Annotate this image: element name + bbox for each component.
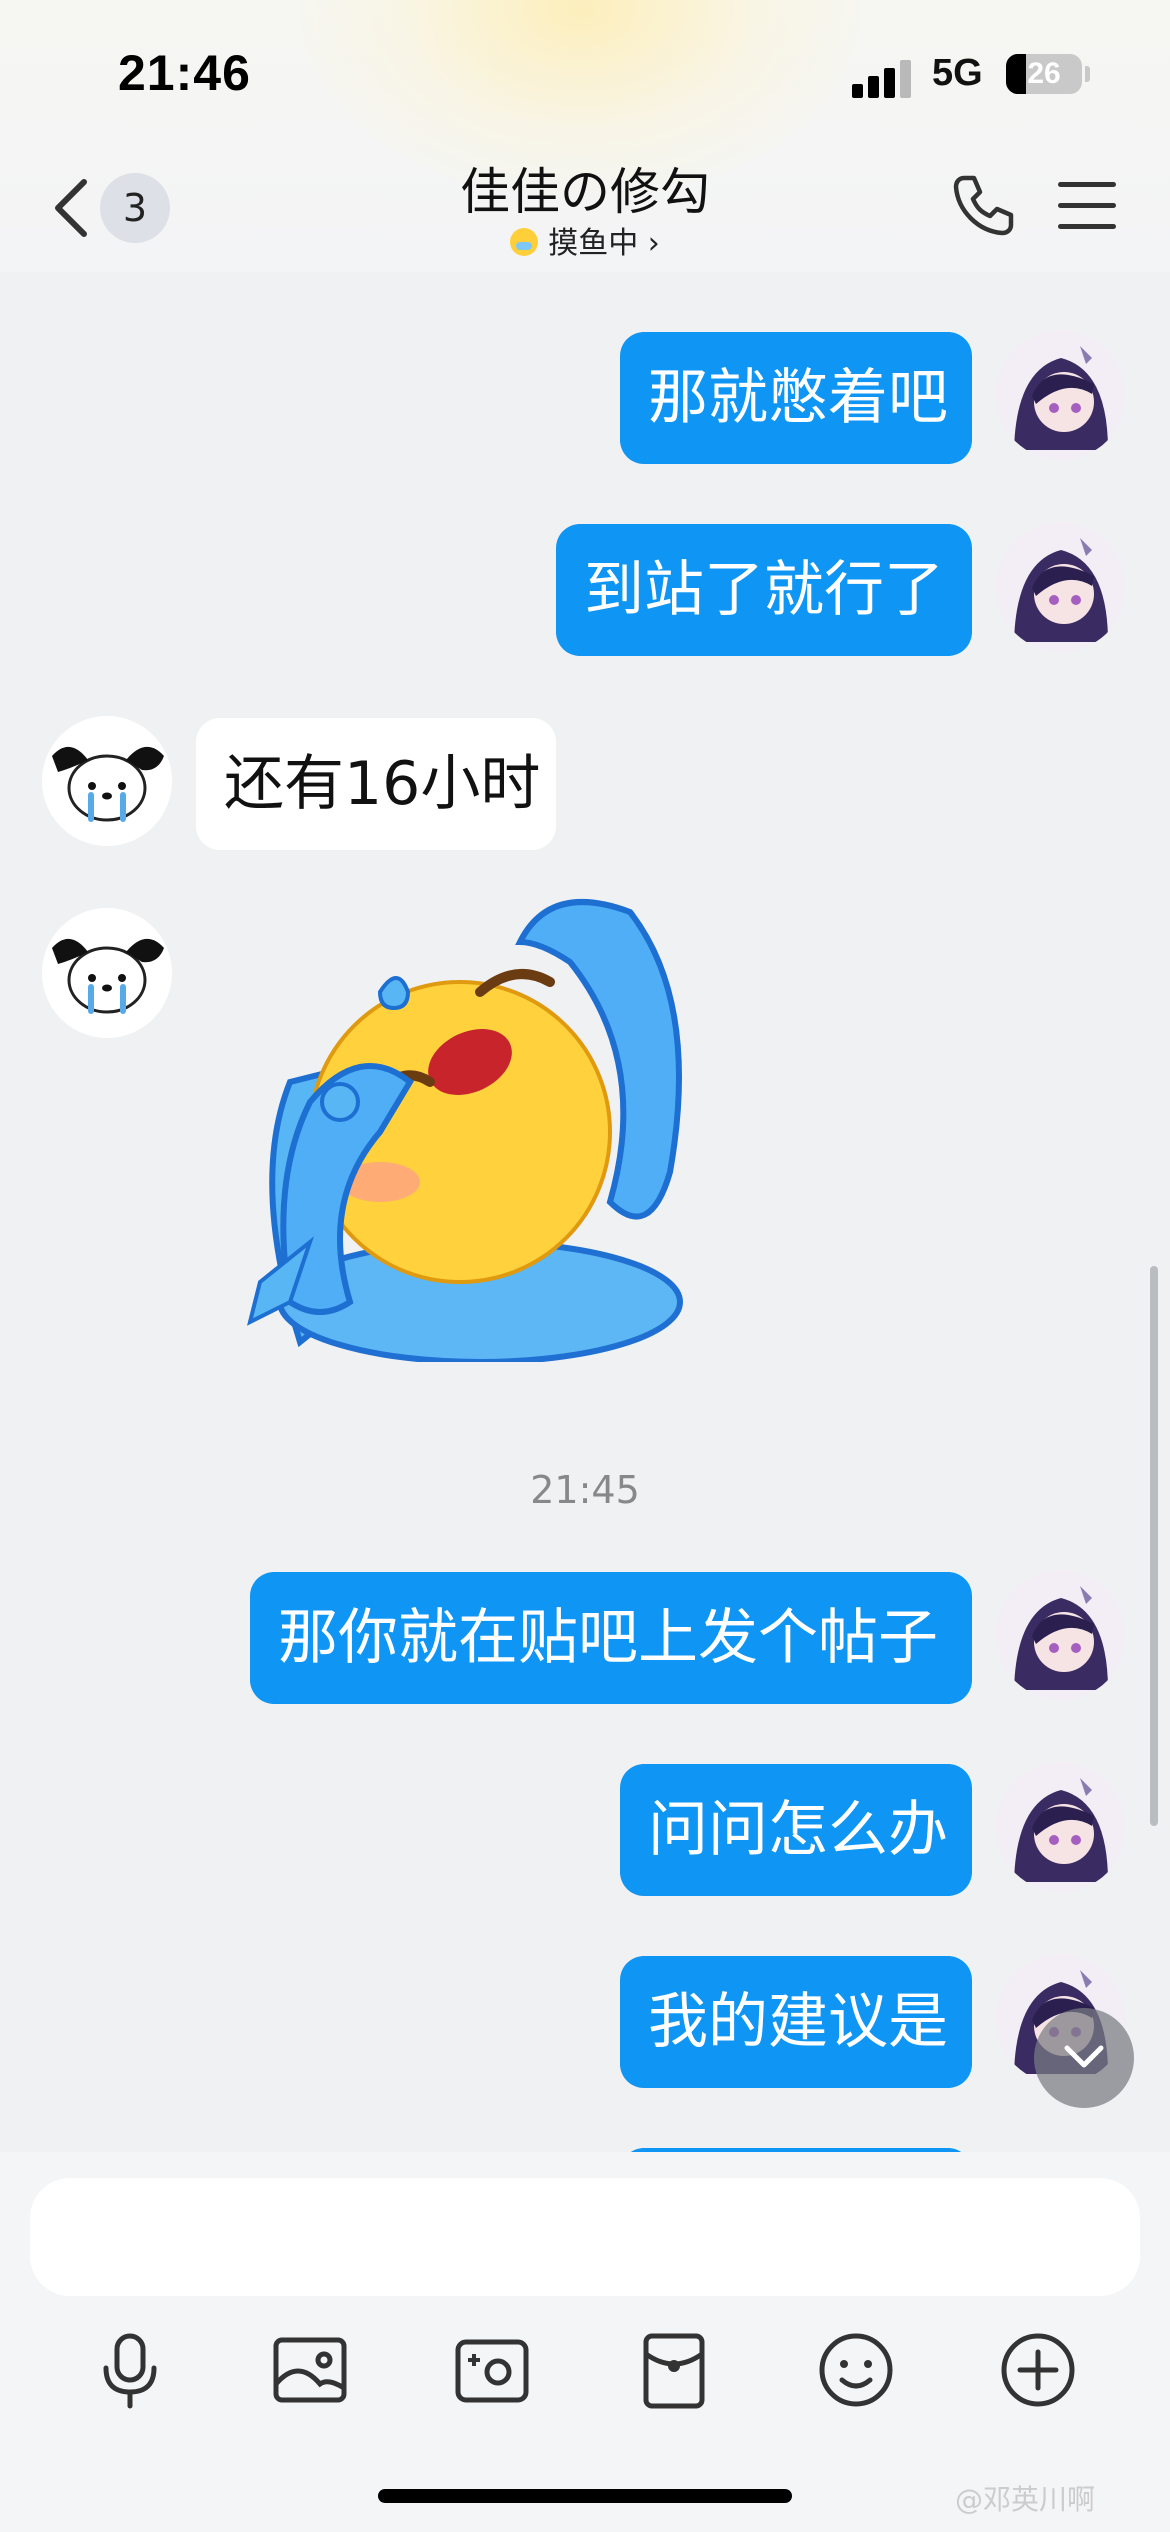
scroll-to-bottom-button[interactable]: [1034, 2008, 1134, 2108]
message-bubble-outgoing[interactable]: 那就憋着吧: [620, 332, 972, 464]
avatar-image: [42, 908, 172, 1038]
message-bubble-outgoing[interactable]: 我的建议是: [620, 1956, 972, 2088]
chat-status-text: 摸鱼中: [548, 226, 639, 261]
status-time: 21:46: [118, 45, 251, 101]
battery-level: 26: [1027, 57, 1061, 90]
home-indicator[interactable]: [378, 2489, 792, 2503]
message-list[interactable]: 那就憋着吧 到站了就行了 还有16小时 21:45 那你就在贴吧上发个帖子 问问…: [0, 272, 1170, 2152]
my-avatar[interactable]: [996, 330, 1126, 460]
unread-count-badge[interactable]: 3: [100, 173, 170, 243]
back-button[interactable]: [48, 168, 98, 248]
message-timestamp: 21:45: [530, 1468, 640, 1512]
camera-icon: [455, 2339, 529, 2403]
phone-icon: [953, 175, 1014, 236]
battery-icon: 26: [1006, 54, 1082, 94]
red-packet-icon: [643, 2333, 705, 2409]
contact-avatar[interactable]: [42, 908, 172, 1038]
plus-icon: [1001, 2333, 1075, 2407]
network-label: 5G: [932, 52, 983, 94]
avatar-image: [42, 716, 172, 846]
phone-button[interactable]: [950, 172, 1016, 238]
image-icon: [273, 2337, 347, 2403]
signal-icon: [852, 58, 912, 98]
red-packet-button[interactable]: [632, 2328, 716, 2412]
watermark: @邓英川啊: [955, 2483, 1096, 2516]
status-chevron-icon: ›: [647, 226, 660, 261]
camera-button[interactable]: [450, 2328, 534, 2412]
message-bubble-incoming[interactable]: 还有16小时: [196, 718, 556, 850]
emoji-icon: [819, 2333, 893, 2407]
chat-status[interactable]: 摸鱼中 ›: [335, 218, 835, 262]
input-panel: [0, 2152, 1170, 2532]
avatar-image: [996, 522, 1126, 652]
message-bubble-outgoing[interactable]: 那你就在贴吧上发个帖子: [250, 1572, 972, 1704]
voice-button[interactable]: [88, 2328, 172, 2412]
back-chevron-icon: [55, 179, 87, 237]
message-bubble-outgoing[interactable]: 到站了就行了: [556, 524, 972, 656]
battery-tip: [1085, 66, 1090, 82]
avatar-image: [996, 1570, 1126, 1700]
emoji-button[interactable]: [814, 2328, 898, 2412]
scrollbar[interactable]: [1150, 1266, 1158, 1826]
menu-button[interactable]: [1058, 182, 1116, 230]
image-button[interactable]: [268, 2328, 352, 2412]
avatar-image: [996, 1762, 1126, 1892]
my-avatar[interactable]: [996, 1762, 1126, 1892]
avatar-image: [996, 330, 1126, 460]
top-bar: 21:46 5G 26 3 佳佳の修勾 摸鱼中 ›: [0, 0, 1170, 272]
my-avatar[interactable]: [996, 522, 1126, 652]
crying-emoji-sticker[interactable]: [230, 882, 710, 1362]
chevron-down-icon: [1064, 2045, 1104, 2068]
message-bubble-outgoing[interactable]: 问问怎么办: [620, 1764, 972, 1896]
microphone-icon: [103, 2333, 157, 2409]
chat-title[interactable]: 佳佳の修勾: [335, 152, 835, 224]
my-avatar[interactable]: [996, 1570, 1126, 1700]
message-input[interactable]: [30, 2178, 1140, 2296]
status-emoji-icon: [510, 228, 539, 256]
contact-avatar[interactable]: [42, 716, 172, 846]
more-button[interactable]: [996, 2328, 1080, 2412]
